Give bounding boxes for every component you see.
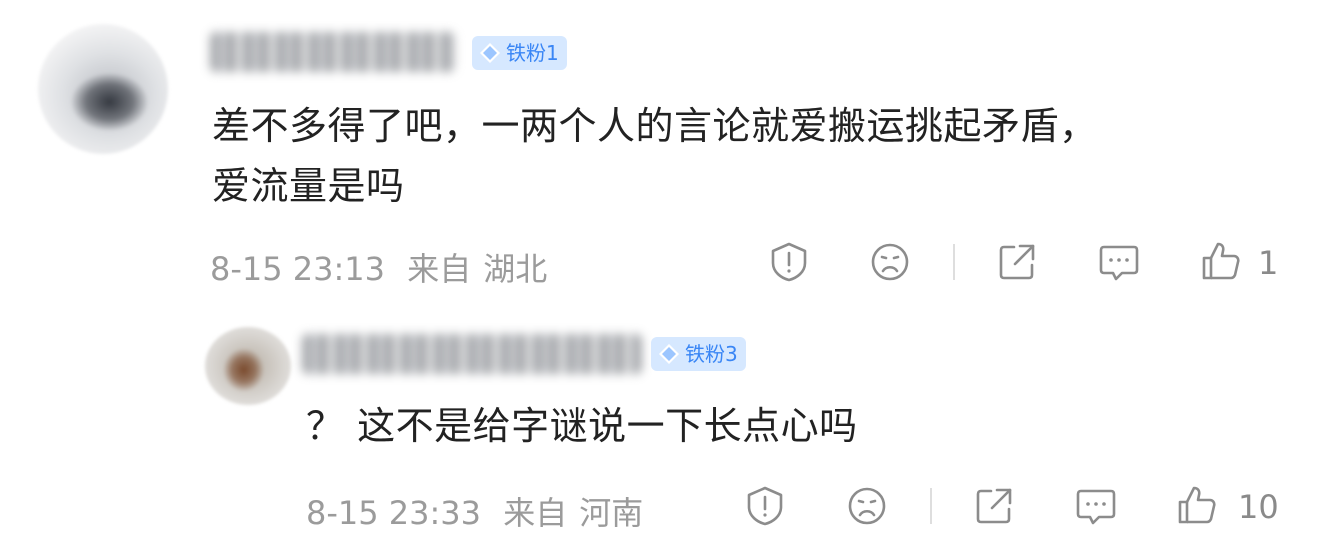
comment-icon — [1076, 489, 1116, 525]
reply-timestamp: 8-15 23:33 — [306, 494, 482, 532]
timestamp: 8-15 23:13 — [210, 250, 386, 288]
reply-location: 河南 — [579, 494, 644, 532]
username-blurred[interactable] — [210, 32, 455, 72]
comment-text-line2: 爱流量是吗 — [212, 164, 405, 208]
reply-badge-label: 铁粉3 — [685, 342, 738, 366]
avatar[interactable] — [38, 24, 168, 154]
divider — [930, 488, 932, 524]
share-icon — [999, 244, 1035, 280]
comment-text-line1: 差不多得了吧，一两个人的言论就爱搬运挑起矛盾， — [212, 104, 1098, 148]
reply-share-button[interactable] — [973, 485, 1015, 527]
comment-meta: 8-15 23:13 来自 湖北 — [210, 244, 559, 290]
like-button[interactable] — [1200, 240, 1242, 282]
location-prefix: 来自 — [407, 250, 472, 288]
comment-icon — [1099, 245, 1139, 281]
dislike-face-icon — [871, 243, 909, 281]
badge-label: 铁粉1 — [506, 41, 559, 65]
diamond-icon — [659, 344, 679, 364]
comment-text: 差不多得了吧，一两个人的言论就爱搬运挑起矛盾， 爱流量是吗 — [212, 96, 1262, 216]
share-icon — [976, 488, 1012, 524]
share-button[interactable] — [996, 241, 1038, 283]
reply-meta: 8-15 23:33 来自 河南 — [306, 488, 655, 534]
reply-report-button[interactable] — [744, 485, 786, 527]
like-count: 1 — [1258, 244, 1279, 282]
report-icon — [747, 486, 783, 526]
like-icon — [1178, 486, 1216, 524]
reply-username-blurred[interactable] — [302, 334, 642, 374]
dislike-button[interactable] — [869, 241, 911, 283]
reply-avatar[interactable] — [205, 327, 291, 405]
reply-comment-button[interactable] — [1075, 485, 1117, 527]
like-icon — [1202, 242, 1240, 280]
divider — [953, 244, 955, 280]
location: 湖北 — [483, 250, 548, 288]
reply-like-count: 10 — [1238, 488, 1279, 526]
diamond-icon — [480, 43, 500, 63]
reply-text: ？ 这不是给字谜说一下长点心吗 — [306, 404, 858, 448]
dislike-face-icon — [848, 487, 886, 525]
report-icon — [771, 242, 807, 282]
reply-location-prefix: 来自 — [503, 494, 568, 532]
report-button[interactable] — [768, 241, 810, 283]
reply-dislike-button[interactable] — [846, 485, 888, 527]
reply-like-button[interactable] — [1176, 484, 1218, 526]
reply-fan-badge: 铁粉3 — [651, 337, 746, 371]
reply-button[interactable] — [1098, 241, 1140, 283]
fan-badge: 铁粉1 — [472, 36, 567, 70]
